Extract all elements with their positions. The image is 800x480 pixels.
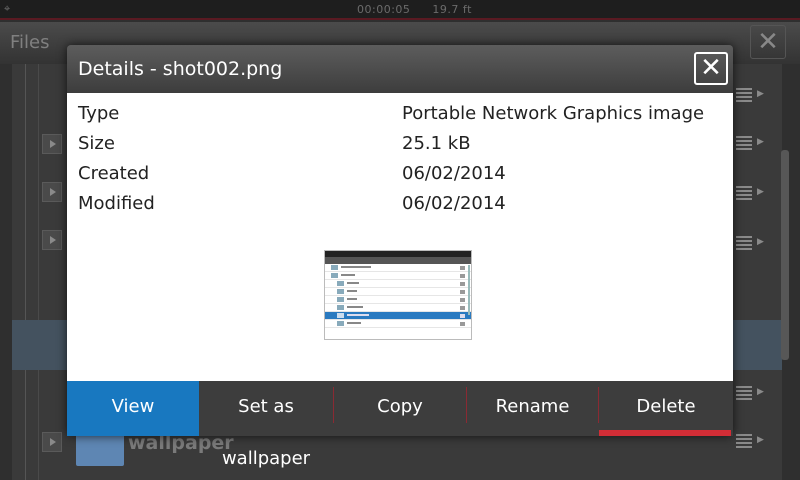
preview-row xyxy=(325,304,471,312)
preview-row xyxy=(325,296,471,304)
dialog-header: Details - shot002.png ✕ xyxy=(67,45,733,93)
menu-icon[interactable] xyxy=(736,236,752,250)
close-icon: ✕ xyxy=(757,27,779,57)
set-as-wallpaper-button[interactable]: Set as wallpaper xyxy=(199,381,333,469)
preview-row xyxy=(325,320,471,328)
preview-row-selected xyxy=(325,312,471,320)
preview-row xyxy=(325,272,471,280)
property-label-size: Size xyxy=(78,133,115,154)
expand-arrow-icon[interactable] xyxy=(42,432,62,452)
delete-indicator xyxy=(599,430,731,436)
preview-row xyxy=(325,280,471,288)
dialog-title: Details - shot002.png xyxy=(78,58,283,80)
page-title: Files xyxy=(10,32,50,53)
dialog-actions: View Set as wallpaper Copy Rename Delete xyxy=(67,381,733,469)
menu-icon[interactable] xyxy=(736,434,752,448)
dialog-close-button[interactable]: ✕ xyxy=(694,52,728,85)
property-value-type: Portable Network Graphics image xyxy=(402,103,705,124)
preview-row xyxy=(325,288,471,296)
view-button[interactable]: View xyxy=(67,381,199,436)
preview-scrollbar xyxy=(468,265,470,315)
details-dialog: Details - shot002.png ✕ Type Portable Ne… xyxy=(67,45,733,469)
preview-header xyxy=(325,257,471,264)
chevron-right-icon: ▶ xyxy=(757,237,764,247)
close-icon: ✕ xyxy=(700,53,722,83)
chevron-right-icon: ▶ xyxy=(757,89,764,99)
property-label-created: Created xyxy=(78,163,150,184)
property-value-modified: 06/02/2014 xyxy=(402,193,506,214)
status-bar: ⌖ 00:00:05 19.7 ft xyxy=(0,0,800,20)
menu-icon[interactable] xyxy=(736,136,752,150)
tree-line xyxy=(25,64,26,480)
satellite-icon: ⌖ xyxy=(4,2,11,15)
copy-button[interactable]: Copy xyxy=(334,381,466,436)
tree-line xyxy=(38,64,39,480)
delete-button[interactable]: Delete xyxy=(599,381,733,436)
property-value-size: 25.1 kB xyxy=(402,133,471,154)
menu-icon[interactable] xyxy=(736,186,752,200)
status-distance: 19.7 ft xyxy=(432,3,472,16)
list-scrollbar[interactable] xyxy=(781,150,789,360)
status-info: 00:00:05 19.7 ft xyxy=(357,3,490,16)
menu-icon[interactable] xyxy=(736,386,752,400)
expand-arrow-icon[interactable] xyxy=(42,134,62,154)
property-label-modified: Modified xyxy=(78,193,155,214)
property-label-type: Type xyxy=(78,103,120,124)
status-time: 00:00:05 xyxy=(357,3,411,16)
chevron-right-icon: ▶ xyxy=(757,137,764,147)
chevron-right-icon: ▶ xyxy=(757,187,764,197)
rename-button[interactable]: Rename xyxy=(467,381,598,436)
files-close-button[interactable]: ✕ xyxy=(750,25,786,59)
menu-icon[interactable] xyxy=(736,88,752,102)
expand-arrow-icon[interactable] xyxy=(42,230,62,250)
expand-arrow-icon[interactable] xyxy=(42,182,62,202)
image-preview xyxy=(324,250,472,340)
chevron-right-icon: ▶ xyxy=(757,387,764,397)
chevron-right-icon: ▶ xyxy=(757,435,764,445)
preview-row xyxy=(325,264,471,272)
dialog-body: Type Portable Network Graphics image Siz… xyxy=(67,93,733,381)
property-value-created: 06/02/2014 xyxy=(402,163,506,184)
